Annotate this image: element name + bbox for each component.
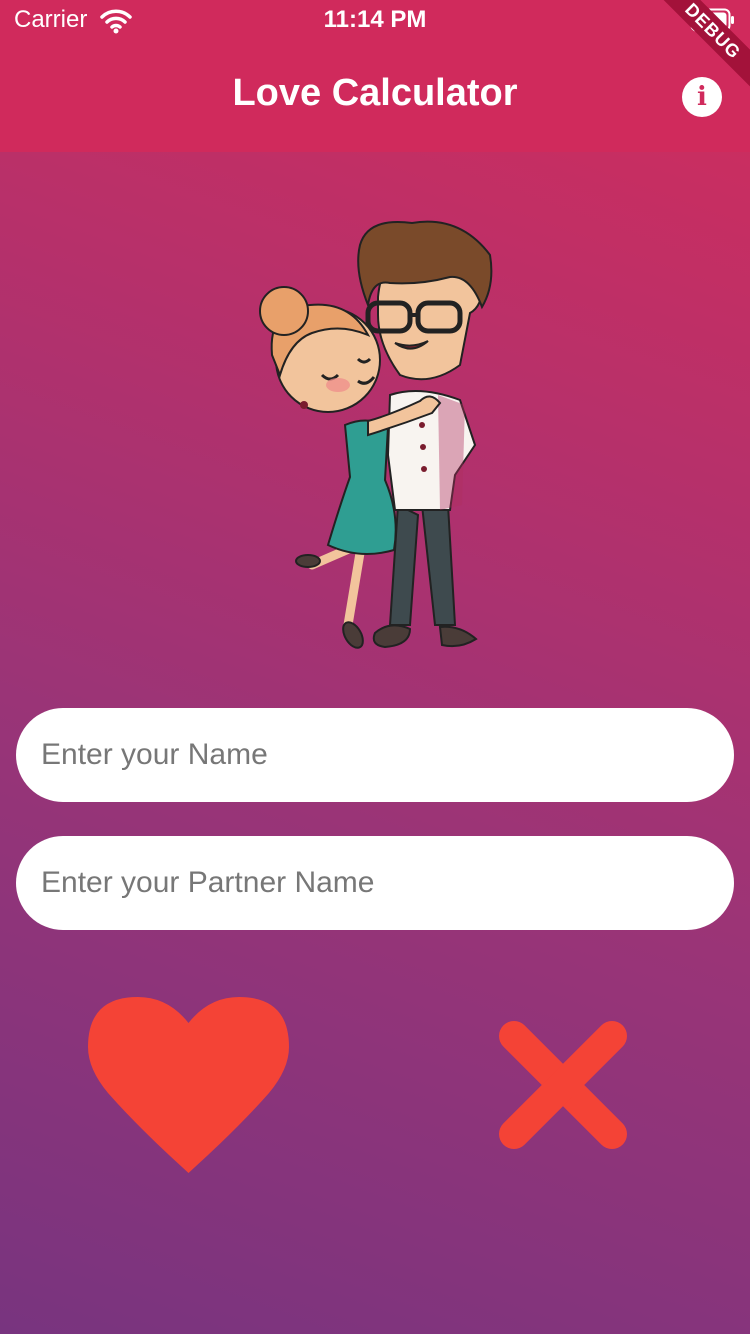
status-bar: Carrier 11:14 PM bbox=[0, 0, 750, 40]
name-input[interactable]: Enter your Name bbox=[16, 708, 734, 802]
name-placeholder: Enter your Name bbox=[41, 738, 268, 771]
close-icon[interactable] bbox=[494, 1016, 632, 1154]
info-icon: i bbox=[697, 82, 707, 112]
info-button[interactable]: i bbox=[682, 77, 722, 117]
couple-illustration bbox=[259, 220, 493, 649]
heart-icon[interactable] bbox=[88, 997, 289, 1173]
status-time: 11:14 PM bbox=[323, 6, 427, 33]
partner-name-placeholder: Enter your Partner Name bbox=[41, 866, 375, 899]
partner-name-input[interactable]: Enter your Partner Name bbox=[16, 836, 734, 930]
page-title: Love Calculator bbox=[232, 72, 518, 114]
